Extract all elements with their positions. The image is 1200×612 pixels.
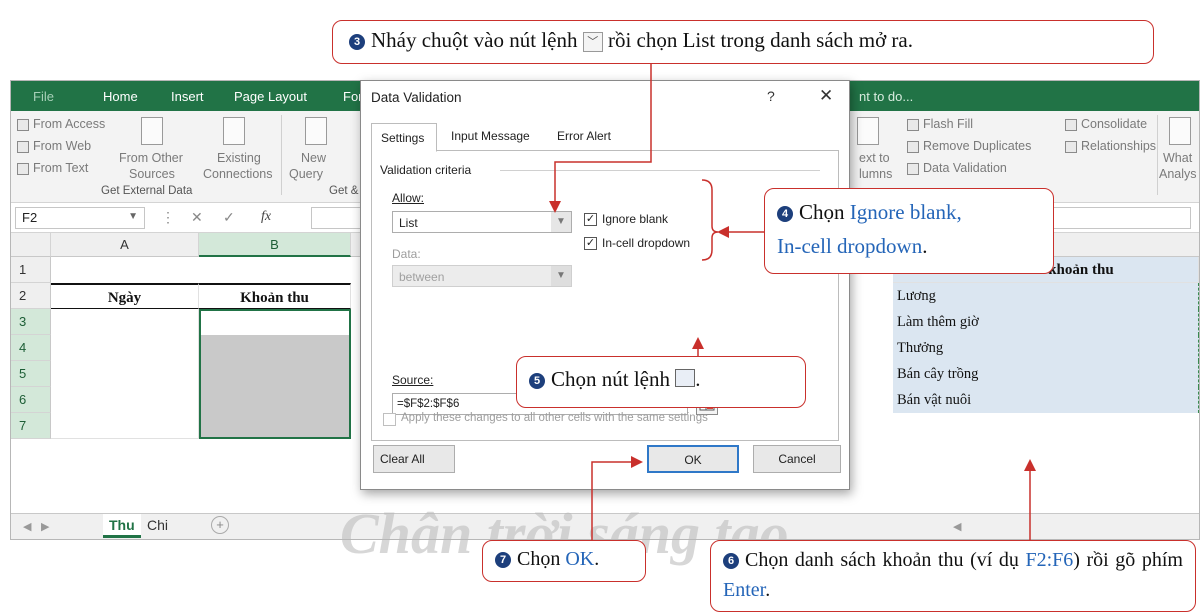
callout-highlight: OK [565, 548, 595, 570]
callout-text: ) rồi gõ phím [1073, 549, 1183, 571]
callout-highlight: Ignore blank, [849, 200, 962, 224]
chevron-down-icon: ﹀ [582, 32, 603, 52]
callout-text: Chọn nút lệnh [551, 367, 670, 391]
callout-highlight: F2:F6 [1025, 549, 1074, 571]
step-number-badge: 3 [349, 34, 365, 50]
brace-step4 [701, 179, 719, 261]
callout-text: Chọn danh sách khoản thu (ví dụ [745, 549, 1019, 571]
arrow-step7 [591, 456, 643, 540]
arrow-step3 [549, 64, 652, 213]
callout-text: Nháy chuột vào nút lệnh [371, 28, 578, 52]
step-number-badge: 6 [723, 553, 739, 569]
callout-step-4: 4 Chọn Ignore blank, In-cell dropdown. [764, 188, 1054, 274]
callout-text: rồi chọn List trong danh sách mở ra. [607, 28, 913, 52]
callout-step-3: 3 Nháy chuột vào nút lệnh ﹀ rồi chọn List… [332, 20, 1154, 64]
callout-text: . [695, 367, 701, 391]
callout-text: Chọn [799, 200, 845, 224]
range-select-icon [675, 369, 696, 387]
callout-step-5: 5 Chọn nút lệnh . [516, 356, 806, 408]
annotation-arrows [549, 64, 1036, 540]
callout-step-6: 6 Chọn danh sách khoản thu (ví dụ F2:F6) … [710, 540, 1196, 612]
callout-highlight: In-cell dropdown [777, 234, 923, 258]
step-number-badge: 7 [495, 552, 511, 568]
step-number-badge: 5 [529, 373, 545, 389]
step-number-badge: 4 [777, 206, 793, 222]
callout-text: Chọn [517, 548, 561, 570]
callout-text: . [765, 579, 771, 601]
callout-highlight: Enter [723, 579, 766, 601]
callout-step-7: 7 Chọn OK. [482, 540, 646, 582]
callout-text: . [922, 234, 928, 258]
callout-text: . [594, 548, 600, 570]
